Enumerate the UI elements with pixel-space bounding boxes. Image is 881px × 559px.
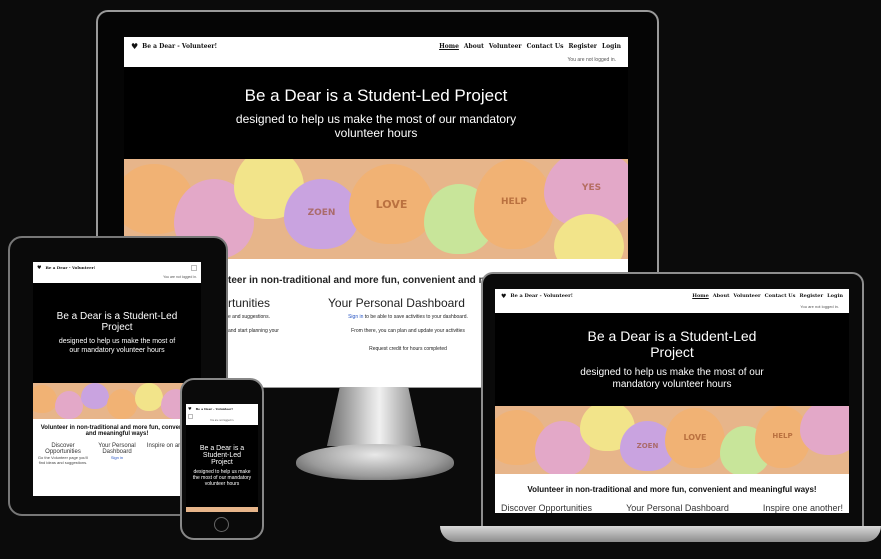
tagline: Volunteer in non-traditional and more fu… — [495, 474, 849, 503]
login-status: You are not logged in. — [124, 55, 628, 67]
heart-icon: ♥ — [501, 292, 507, 300]
nav-login[interactable]: Login — [602, 43, 621, 50]
desktop-col1-text: e and suggestions. and start planning you… — [228, 314, 279, 334]
heart-icon: ♥ — [131, 41, 139, 51]
hamburger-menu-icon[interactable] — [191, 264, 197, 271]
feature-columns: Discover Opportunities Your Personal Das… — [495, 503, 849, 513]
feature-col-discover: Discover Opportunities — [501, 503, 593, 513]
feature-col-dashboard: Your Personal Dashboard — [626, 503, 729, 513]
monitor-stand-base — [296, 444, 454, 480]
candy-heart — [107, 389, 137, 419]
monitor-stand-neck — [326, 384, 422, 446]
nav-links: Home About Volunteer Contact Us Register… — [692, 293, 843, 299]
hero: Be a Dear is a Student-Led Project desig… — [186, 425, 258, 507]
desktop-col1-title: rtunities — [228, 296, 271, 310]
candy-heart — [33, 385, 57, 413]
phone-home-button — [214, 517, 229, 532]
phone-screen: ♥ Be a Dear - Volunteer! You are not log… — [186, 404, 258, 512]
hamburger-menu-icon[interactable] — [188, 414, 193, 419]
brand[interactable]: ♥ Be a Dear - Volunteer! — [188, 406, 233, 411]
brand[interactable]: ♥ Be a Dear - Volunteer! — [37, 265, 96, 271]
nav-login[interactable]: Login — [827, 293, 843, 299]
hero-subtitle: designed to help us make the most of our… — [192, 469, 252, 487]
hero-subtitle: designed to help us make the most of our… — [58, 338, 176, 354]
nav-home[interactable]: Home — [439, 43, 459, 50]
laptop-screen: ♥ Be a Dear - Volunteer! Home About Volu… — [495, 289, 849, 513]
tablet-screen: ♥ Be a Dear - Volunteer! You are not log… — [33, 262, 201, 496]
hero-title: Be a Dear is a Student-Led Project — [587, 328, 757, 360]
candy-heart — [55, 391, 83, 419]
feature-col-discover: Discover Opportunities Go the Volunteer p… — [37, 443, 89, 465]
login-status: You are not logged in. — [495, 303, 849, 313]
signin-link[interactable]: Sign in — [348, 314, 363, 320]
nav-contact[interactable]: Contact Us — [527, 43, 564, 50]
desktop-navbar: ♥ Be a Dear - Volunteer! Home About Volu… — [124, 37, 628, 55]
candy-heart — [800, 406, 849, 455]
login-status: You are not logged in. — [186, 413, 258, 425]
brand-label: Be a Dear - Volunteer! — [195, 406, 234, 411]
hero: Be a Dear is a Student-Led Project desig… — [495, 313, 849, 406]
candy-hearts-banner — [33, 383, 201, 419]
feature-col-inspire: Inspire one another! — [762, 503, 843, 513]
brand[interactable]: ♥ Be a Dear - Volunteer! — [501, 293, 573, 300]
laptop-navbar: ♥ Be a Dear - Volunteer! Home About Volu… — [495, 289, 849, 303]
signin-link[interactable]: Sign in — [111, 455, 123, 460]
candy-heart — [135, 383, 163, 411]
nav-about[interactable]: About — [713, 293, 730, 299]
brand-label: Be a Dear - Volunteer! — [45, 265, 96, 270]
nav-contact[interactable]: Contact Us — [765, 293, 796, 299]
desktop-col2-title: Your Personal Dashboard — [328, 296, 465, 310]
brand-label: Be a Dear - Volunteer! — [510, 293, 573, 299]
nav-volunteer[interactable]: Volunteer — [489, 43, 522, 50]
feature-col-dashboard: Your Personal Dashboard Sign in — [98, 443, 136, 460]
feature-columns: Discover Opportunities Go the Volunteer p… — [33, 441, 201, 467]
login-status: You are not logged in. — [33, 273, 201, 283]
brand[interactable]: ♥ Be a Dear - Volunteer! — [131, 41, 217, 51]
heart-icon: ♥ — [37, 264, 42, 271]
laptop-base — [440, 526, 881, 542]
candy-hearts-banner — [186, 507, 258, 512]
hero-title: Be a Dear is a Student-Led Project — [199, 445, 245, 466]
nav-home[interactable]: Home — [692, 293, 709, 299]
nav-volunteer[interactable]: Volunteer — [733, 293, 760, 299]
candy-heart: LOVE — [665, 408, 725, 468]
nav-register[interactable]: Register — [569, 43, 597, 50]
candy-hearts-banner: ZOEN LOVE HELP — [495, 406, 849, 474]
hero-title: Be a Dear is a Student-Led Project — [244, 85, 508, 105]
nav-register[interactable]: Register — [799, 293, 823, 299]
hero-title: Be a Dear is a Student-Led Project — [56, 311, 178, 334]
hero-subtitle: designed to help us make the most of our… — [235, 111, 517, 140]
candy-heart — [81, 383, 109, 409]
hero-subtitle: designed to help us make the most of our… — [580, 367, 764, 390]
desktop-col2-text: Sign in to be able to save activities to… — [348, 314, 468, 352]
nav-about[interactable]: About — [464, 43, 484, 50]
hero: Be a Dear is a Student-Led Project desig… — [124, 67, 628, 159]
tagline: Volunteer in non-traditional and more fu… — [33, 419, 201, 441]
heart-icon: ♥ — [188, 406, 192, 411]
brand-label: Be a Dear - Volunteer! — [142, 42, 218, 50]
candy-heart: HELP — [474, 159, 554, 249]
candy-heart: ZOEN — [284, 179, 359, 249]
phone-navbar: ♥ Be a Dear - Volunteer! — [186, 404, 258, 413]
tablet-navbar: ♥ Be a Dear - Volunteer! — [33, 262, 201, 273]
hero: Be a Dear is a Student-Led Project desig… — [33, 283, 201, 383]
nav-links: Home About Volunteer Contact Us Register… — [439, 43, 621, 50]
candy-heart: LOVE — [349, 164, 434, 244]
